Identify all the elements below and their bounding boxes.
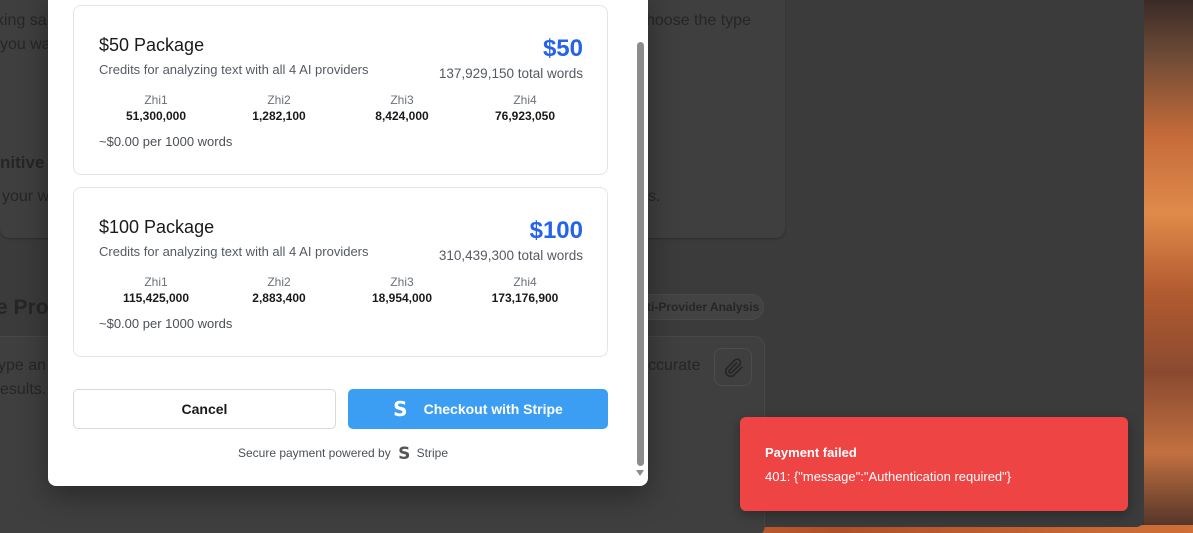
provider-words: 115,425,000 — [122, 291, 190, 305]
stripe-logo-icon: S — [398, 444, 411, 464]
provider-words: 173,176,900 — [491, 291, 559, 305]
toast-message: 401: {"message":"Authentication required… — [765, 469, 1012, 484]
package-rate: ~$0.00 per 1000 words — [99, 134, 233, 149]
payment-failed-toast[interactable]: Payment failed 401: {"message":"Authenti… — [740, 417, 1128, 511]
provider-name: Zhi3 — [390, 275, 414, 289]
attach-button — [714, 348, 752, 386]
checkout-button-label: Checkout with Stripe — [423, 401, 563, 417]
package-price: $50 — [542, 35, 583, 62]
stripe-brand-text: Stripe — [416, 446, 449, 460]
background-text: king sa — [0, 12, 47, 29]
desktop-wallpaper — [1144, 0, 1193, 533]
package-rate: ~$0.00 per 1000 words — [99, 316, 233, 331]
provider-allocation: Zhi1 51,300,000 — [96, 92, 216, 124]
provider-words: 2,883,400 — [252, 291, 306, 305]
provider-name: Zhi1 — [144, 275, 168, 289]
checkout-with-stripe-button[interactable]: S Checkout with Stripe — [348, 389, 608, 429]
provider-allocation: Zhi4 76,923,050 — [465, 92, 585, 124]
background-placeholder: esults. — [0, 381, 47, 398]
package-title: $50 Package — [99, 35, 205, 55]
secure-payment-text: Secure payment powered by — [237, 446, 391, 460]
package-card-100[interactable]: $100 Package Credits for analyzing text … — [73, 187, 608, 357]
provider-name: Zhi1 — [144, 93, 168, 107]
purchase-credits-modal: $50 Package Credits for analyzing text w… — [48, 0, 648, 486]
package-description: Credits for analyzing text with all 4 AI… — [99, 244, 369, 259]
provider-words: 1,282,100 — [252, 109, 306, 123]
background-heading: nitive — [0, 153, 45, 172]
cancel-button[interactable]: Cancel — [73, 389, 336, 429]
background-placeholder: ype an — [0, 357, 47, 374]
provider-name: Zhi3 — [390, 93, 414, 107]
provider-words: 76,923,050 — [494, 109, 556, 123]
stripe-icon: S — [393, 397, 408, 421]
provider-words: 18,954,000 — [371, 291, 433, 305]
provider-allocation: Zhi2 2,883,400 — [219, 274, 339, 306]
package-total-words: 310,439,300 total words — [438, 248, 583, 263]
scrollbar-thumb[interactable] — [637, 42, 644, 466]
provider-allocation: Zhi2 1,282,100 — [219, 92, 339, 124]
provider-allocation: Zhi3 18,954,000 — [342, 274, 462, 306]
provider-allocation: Zhi3 8,424,000 — [342, 92, 462, 124]
provider-allocation: Zhi1 115,425,000 — [96, 274, 216, 306]
provider-analysis-badge: ti-Provider Analysis — [628, 294, 764, 320]
scroll-down-arrow-icon[interactable] — [636, 470, 644, 476]
background-text: s. — [648, 188, 661, 205]
secure-payment-note: Secure payment powered by S Stripe — [48, 444, 638, 464]
package-card-50[interactable]: $50 Package Credits for analyzing text w… — [73, 5, 608, 175]
provider-name: Zhi4 — [513, 275, 537, 289]
package-price: $100 — [529, 217, 583, 244]
provider-words: 51,300,000 — [125, 109, 187, 123]
modal-scrollbar[interactable] — [634, 0, 648, 486]
provider-words: 8,424,000 — [375, 109, 429, 123]
background-placeholder: ccurate — [648, 357, 701, 374]
background-text: you wa — [0, 36, 51, 53]
provider-name: Zhi2 — [267, 275, 291, 289]
package-description: Credits for analyzing text with all 4 AI… — [99, 62, 369, 77]
package-title: $100 Package — [99, 217, 215, 237]
background-text: your w — [2, 188, 50, 205]
provider-name: Zhi2 — [267, 93, 291, 107]
provider-allocation: Zhi4 173,176,900 — [465, 274, 585, 306]
toast-title: Payment failed — [765, 445, 857, 460]
background-text: hoose the type — [646, 12, 751, 29]
package-total-words: 137,929,150 total words — [438, 66, 583, 81]
provider-name: Zhi4 — [513, 93, 537, 107]
